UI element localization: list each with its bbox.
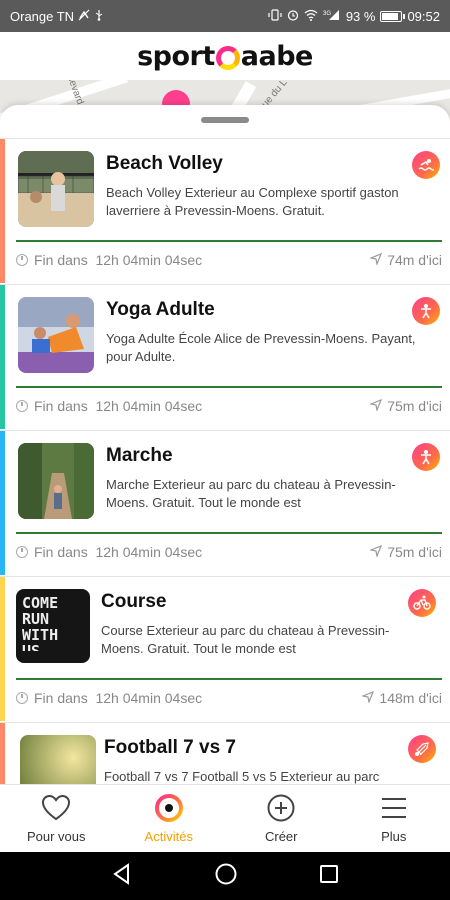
nav-label: Pour vous <box>26 829 86 844</box>
navigation-arrow-icon <box>369 252 383 268</box>
plus-circle-icon <box>266 793 296 823</box>
activity-meta: Fin dans 12h 04min 04sec 75m d'ici <box>16 398 442 414</box>
card-divider <box>16 240 442 242</box>
data-off-icon <box>78 9 90 24</box>
clock-time: 09:52 <box>407 8 440 24</box>
card-divider <box>16 386 442 388</box>
card-divider <box>16 678 442 680</box>
logo-ring-icon <box>215 46 240 70</box>
activity-description: Beach Volley Exterieur au Complexe sport… <box>106 185 399 218</box>
ends-label: Fin dans <box>34 690 88 706</box>
signal-icon: 3G <box>323 9 341 24</box>
battery-level-fill <box>382 12 399 20</box>
system-navigation-bar <box>0 852 450 900</box>
activity-title: Beach Volley <box>106 153 223 174</box>
activity-description: Yoga Adulte École Alice de Prevessin-Moe… <box>106 331 416 364</box>
countdown: 12h 04min 04sec <box>95 398 203 414</box>
distance: 148m d'ici <box>379 690 442 706</box>
activity-thumbnail <box>18 443 94 519</box>
activities-sheet[interactable]: Beach Volley Beach Volley Exterieur au C… <box>0 105 450 790</box>
thumb-text-line: COME <box>22 594 59 612</box>
vibrate-icon <box>268 8 282 24</box>
activity-meta: Fin dans 12h 04min 04sec 75m d'ici <box>16 544 442 560</box>
nav-activites[interactable]: Activités <box>113 785 226 852</box>
status-bar: Orange TN 3G 93 % 09:52 <box>0 0 450 32</box>
timer-icon <box>16 254 28 266</box>
nav-label: Plus <box>381 829 407 844</box>
activity-card[interactable]: COME RUN WITH US Course Course Exterieur… <box>0 576 450 721</box>
usb-icon <box>94 9 104 24</box>
battery-icon <box>380 10 406 22</box>
nav-label: Activités <box>144 829 193 844</box>
distance: 74m d'ici <box>387 252 442 268</box>
swimming-icon <box>412 151 440 179</box>
activity-title: Course <box>101 591 167 612</box>
home-icon[interactable] <box>214 862 238 891</box>
wifi-icon <box>304 9 318 24</box>
activity-description: Course Exterieur au parc du chateau à Pr… <box>101 623 390 656</box>
carrier-label: Orange TN <box>10 8 75 24</box>
thumb-text-line: WITH <box>22 626 59 644</box>
drag-handle[interactable] <box>201 117 249 123</box>
activity-thumbnail <box>20 735 96 790</box>
timer-icon <box>16 692 28 704</box>
app-header: sport aabe <box>0 32 450 80</box>
battery-percent: 93 % <box>345 8 376 24</box>
shuttlecock-icon <box>408 735 436 763</box>
timer-icon <box>16 400 28 412</box>
category-stripe <box>0 139 5 283</box>
activity-meta: Fin dans 12h 04min 04sec 74m d'ici <box>16 252 442 268</box>
ends-label: Fin dans <box>34 398 88 414</box>
logo-text-end: aabe <box>240 40 314 72</box>
recent-apps-icon[interactable] <box>319 864 339 889</box>
alarm-icon <box>287 9 299 24</box>
navigation-arrow-icon <box>369 544 383 560</box>
activity-ring-icon <box>154 793 184 823</box>
activity-description: Marche Exterieur au parc du chateau à Pr… <box>106 477 396 510</box>
distance: 75m d'ici <box>387 544 442 560</box>
nav-label: Créer <box>264 829 298 844</box>
ends-label: Fin dans <box>34 544 88 560</box>
network-type-label: 3G <box>323 11 331 17</box>
logo-text-start: sport <box>137 40 215 72</box>
countdown: 12h 04min 04sec <box>95 252 203 268</box>
thumb-text-line: US <box>22 643 84 651</box>
menu-icon <box>379 793 409 823</box>
person-icon <box>412 443 440 471</box>
activity-card[interactable]: Marche Marche Exterieur au parc du chate… <box>0 430 450 575</box>
activity-title: Marche <box>106 445 173 466</box>
activity-meta: Fin dans 12h 04min 04sec 148m d'ici <box>16 690 442 706</box>
countdown: 12h 04min 04sec <box>95 690 203 706</box>
category-stripe <box>0 577 5 721</box>
nav-plus[interactable]: Plus <box>338 785 450 852</box>
nav-creer[interactable]: Créer <box>225 785 338 852</box>
ends-label: Fin dans <box>34 252 88 268</box>
person-icon <box>412 297 440 325</box>
navigation-arrow-icon <box>361 690 375 706</box>
sportaabe-logo: sport aabe <box>137 41 313 72</box>
bottom-navigation: Pour vous Activités Créer Plus <box>0 784 450 852</box>
back-icon[interactable] <box>111 862 133 890</box>
category-stripe <box>0 285 5 429</box>
activity-card[interactable]: Football 7 vs 7 Football 7 vs 7 Football… <box>0 722 450 790</box>
thumb-text-line: RUN <box>22 610 50 628</box>
activity-thumbnail <box>18 151 94 227</box>
activity-title: Football 7 vs 7 <box>104 737 236 758</box>
category-stripe <box>0 431 5 575</box>
card-divider <box>16 532 442 534</box>
category-stripe <box>0 723 5 790</box>
activity-title: Yoga Adulte <box>106 299 215 320</box>
activity-thumbnail: COME RUN WITH US <box>16 589 90 663</box>
activity-thumbnail <box>18 297 94 373</box>
heart-icon <box>41 793 71 823</box>
timer-icon <box>16 546 28 558</box>
activity-card[interactable]: Beach Volley Beach Volley Exterieur au C… <box>0 138 450 283</box>
activity-card[interactable]: Yoga Adulte Yoga Adulte École Alice de P… <box>0 284 450 429</box>
nav-pour-vous[interactable]: Pour vous <box>0 785 113 852</box>
distance: 75m d'ici <box>387 398 442 414</box>
cycling-icon <box>408 589 436 617</box>
navigation-arrow-icon <box>369 398 383 414</box>
countdown: 12h 04min 04sec <box>95 544 203 560</box>
